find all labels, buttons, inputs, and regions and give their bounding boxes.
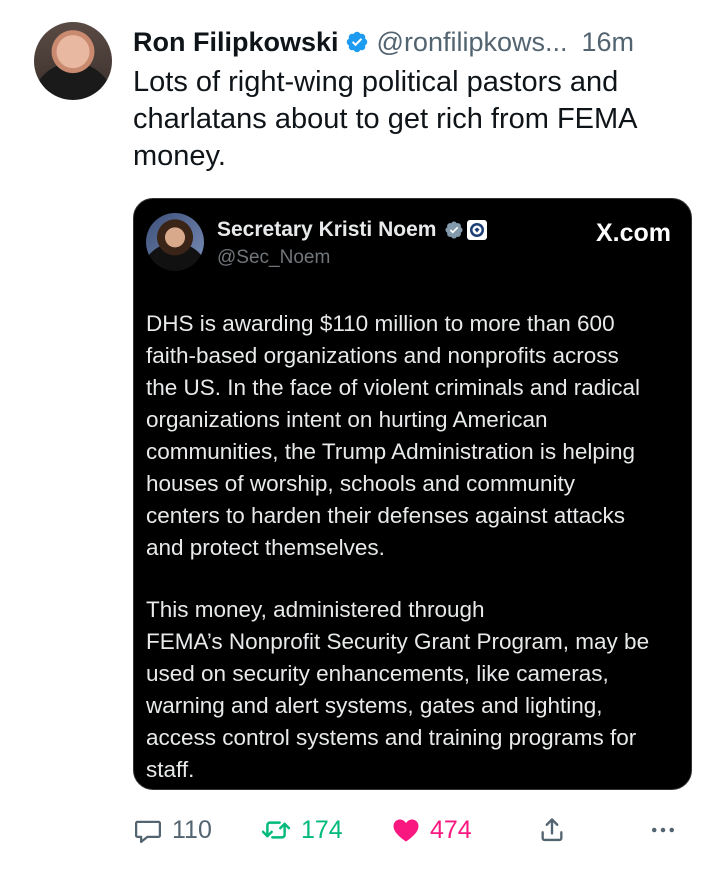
quoted-author-handle: @Sec_Noem [217,247,331,268]
blue-verified-icon [346,31,367,53]
quoted-author-avatar [146,213,204,271]
heart-icon [393,819,419,842]
share-icon [541,818,563,842]
like-count: 474 [430,815,472,844]
quoted-author-name-row: Secretary Kristi Noem [217,218,488,242]
action-bar: 110 174 474 [133,810,693,850]
repost-count: 174 [301,815,343,844]
repost-icon [261,821,291,839]
tweet-header: Ron Filipkowski @ronfilipkows... 16m [133,22,704,62]
quoted-tweet-card[interactable]: Secretary Kristi Noem @Sec_Noem X.com DH… [133,198,692,790]
author-avatar[interactable] [34,22,112,100]
timestamp[interactable]: 16m [582,27,635,58]
like-button[interactable]: 474 [391,810,472,850]
more-icon [652,827,674,833]
tweet-text: Lots of right-wing political pastors and… [133,66,636,172]
more-button[interactable] [648,810,678,850]
author-name[interactable]: Ron Filipkowski [133,27,339,58]
quoted-paragraph-2: This money, administered through FEMA’s … [146,597,650,782]
quoted-text: DHS is awarding $110 million to more tha… [146,308,681,786]
reply-icon [135,820,161,843]
reply-button[interactable]: 110 [133,810,212,850]
reply-count: 110 [172,815,212,844]
quoted-paragraph-1: DHS is awarding $110 million to more tha… [146,311,641,560]
source-label: X.com [595,219,671,247]
dhs-seal-icon [467,220,488,240]
share-button[interactable] [538,810,566,850]
author-handle[interactable]: @ronfilipkows... [377,27,568,58]
quoted-author-name: Secretary Kristi Noem [217,218,437,241]
grey-verified-icon [445,221,463,239]
repost-button[interactable]: 174 [260,810,343,850]
